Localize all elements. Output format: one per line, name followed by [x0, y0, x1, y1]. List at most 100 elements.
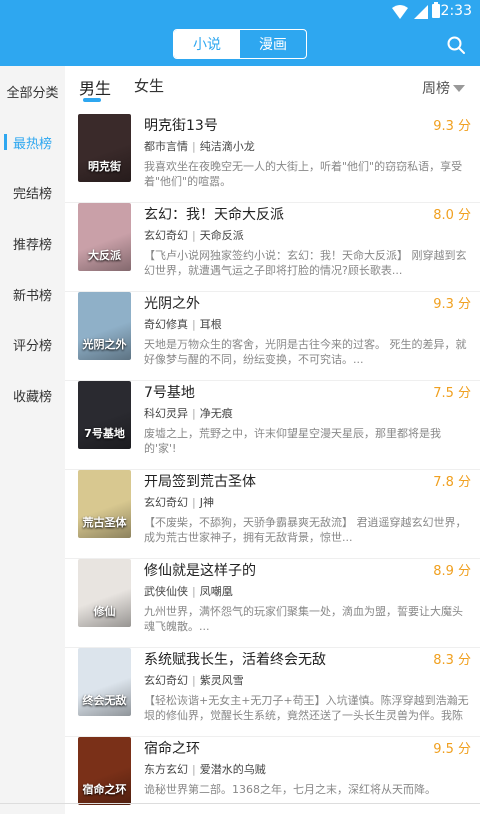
- list-item[interactable]: 7号基地 7号基地 7.5 分 科幻灵异 | 净无痕 废墟之上，荒野之中，许末仰望星…: [65, 381, 480, 470]
- list-item[interactable]: 光阴之外 光阴之外 9.3 分 奇幻修真 | 耳根 天地是万物众生的客舍，光阴是古往…: [65, 292, 480, 381]
- book-author: 爱潜水的乌贼: [199, 763, 266, 776]
- book-meta: 东方玄幻 | 爱潜水的乌贼: [144, 761, 266, 777]
- book-category: 东方玄幻: [144, 763, 188, 776]
- sidebar-item-label: 收藏榜: [12, 389, 52, 405]
- book-title: 明克街13号: [144, 118, 218, 134]
- book-category: 科幻灵异: [144, 407, 188, 420]
- sidebar-item-label: 全部分类: [6, 85, 59, 101]
- bottom-divider: [0, 803, 480, 804]
- active-indicator: [4, 134, 7, 150]
- list-item[interactable]: 大反派 玄幻：我！天命大反派 8.0 分 玄幻奇幻 | 天命反派 【飞卢小说网独家签…: [65, 203, 480, 292]
- book-cover: 荒古圣体: [78, 470, 131, 538]
- book-meta: 玄幻奇幻 | 天命反派: [144, 227, 244, 243]
- book-score: 9.3 分: [433, 119, 471, 134]
- meta-divider: |: [192, 318, 196, 331]
- meta-divider: |: [192, 674, 196, 687]
- sidebar-item-label: 推荐榜: [12, 237, 52, 253]
- sidebar-item-all-categories[interactable]: 全部分类: [0, 71, 65, 111]
- book-description: 【不废柴，不舔狗，天骄争霸暴爽无敌流】 君逍遥穿越玄幻世界，成为荒古世家神子，拥…: [144, 516, 467, 544]
- book-author: 净无痕: [199, 407, 233, 420]
- book-title: 宿命之环: [144, 741, 200, 757]
- book-author: 耳根: [199, 318, 222, 331]
- book-score: 7.8 分: [433, 475, 471, 490]
- book-meta: 科幻灵异 | 净无痕: [144, 405, 233, 421]
- battery-icon: [432, 2, 440, 18]
- meta-divider: |: [192, 407, 196, 420]
- search-icon[interactable]: [446, 35, 466, 55]
- book-meta: 都市言情 | 纯洁滴小龙: [144, 138, 255, 154]
- book-category: 玄幻奇幻: [144, 674, 188, 687]
- list-item[interactable]: 终会无敌 系统赋我长生，活着终会无敌 8.3 分 玄幻奇幻 | 紫灵风雪 【轻松诙谐…: [65, 648, 480, 737]
- book-author: 紫灵风雪: [199, 674, 244, 687]
- book-author: 天命反派: [199, 229, 244, 242]
- book-category: 玄幻奇幻: [144, 496, 188, 509]
- sidebar-item-completed[interactable]: 完结榜: [0, 172, 65, 212]
- book-score: 7.5 分: [433, 386, 471, 401]
- cover-text: 荒古圣体: [82, 516, 127, 529]
- wifi-icon: [392, 5, 408, 19]
- dropdown-arrow-icon: [453, 84, 465, 92]
- sidebar-item-label: 新书榜: [12, 288, 52, 304]
- book-score: 8.3 分: [433, 653, 471, 668]
- list-item[interactable]: 修仙 修仙就是这样子的 8.9 分 武侠仙侠 | 凤嘲凰 九州世界，满怀怨气的玩家们…: [65, 559, 480, 648]
- book-title: 光阴之外: [144, 296, 200, 312]
- sidebar-item-new-books[interactable]: 新书榜: [0, 274, 65, 314]
- sidebar-item-label: 完结榜: [12, 186, 52, 202]
- sidebar-item-recommended[interactable]: 推荐榜: [0, 223, 65, 263]
- book-score: 9.3 分: [433, 297, 471, 312]
- cover-text: 明克街: [88, 160, 121, 173]
- sidebar-item-favorites[interactable]: 收藏榜: [0, 375, 65, 415]
- rank-period-label: 周榜: [422, 81, 450, 97]
- rank-period-dropdown[interactable]: 周榜: [422, 78, 465, 98]
- book-cover: 终会无敌: [78, 648, 131, 716]
- meta-divider: |: [192, 140, 196, 153]
- cover-text: 光阴之外: [82, 338, 127, 351]
- meta-divider: |: [192, 763, 196, 776]
- book-cover: 明克街: [78, 114, 131, 182]
- book-cover: 修仙: [78, 559, 131, 627]
- tab-comic[interactable]: 漫画: [240, 30, 306, 58]
- book-description: 诡秘世界第二部。1368之年，七月之末，深红将从天而降。: [144, 783, 436, 796]
- cover-text: 宿命之环: [82, 783, 127, 796]
- book-title: 开局签到荒古圣体: [144, 474, 256, 490]
- book-description: 【飞卢小说网独家签约小说：玄幻：我！天命大反派】 刚穿越到玄幻世界，就遭遇气运之…: [144, 249, 467, 277]
- book-cover: 大反派: [78, 203, 131, 271]
- book-description: 九州世界，满怀怨气的玩家们聚集一处，滴血为盟，誓要让大魔头魂飞魄散。...: [144, 605, 463, 633]
- sidebar-item-ratings[interactable]: 评分榜: [0, 324, 65, 364]
- book-description: 废墟之上，荒野之中，许末仰望星空漫天星辰，那里都将是我的'家'!: [144, 427, 441, 455]
- sidebar-item-label: 评分榜: [12, 338, 52, 354]
- book-cover: 光阴之外: [78, 292, 131, 360]
- cover-text: 大反派: [88, 249, 121, 262]
- meta-divider: |: [192, 229, 196, 242]
- book-author: J神: [199, 496, 214, 509]
- meta-divider: |: [192, 585, 196, 598]
- tab-male[interactable]: 男生: [79, 75, 111, 99]
- book-description: 我喜欢坐在夜晚空无一人的大街上，听着"他们"的窃窃私语，享受着"他们"的喧嚣。: [144, 160, 463, 188]
- book-title: 系统赋我长生，活着终会无敌: [144, 652, 326, 668]
- meta-divider: |: [192, 496, 196, 509]
- book-score: 9.5 分: [433, 742, 471, 757]
- book-meta: 玄幻奇幻 | J神: [144, 494, 214, 510]
- category-sidebar: 全部分类 最热榜 完结榜 推荐榜 新书榜 评分榜 收藏榜: [0, 66, 65, 814]
- book-category: 奇幻修真: [144, 318, 188, 331]
- list-item[interactable]: 荒古圣体 开局签到荒古圣体 7.8 分 玄幻奇幻 | J神 【不废柴，不舔狗，天骄争…: [65, 470, 480, 559]
- list-item[interactable]: 明克街 明克街13号 9.3 分 都市言情 | 纯洁滴小龙 我喜欢坐在夜晚空无一人的…: [65, 114, 480, 203]
- book-category: 都市言情: [144, 140, 188, 153]
- book-description: 天地是万物众生的客舍，光阴是古往今来的过客。 死生的差异，就好像梦与醒的不同，纷…: [144, 338, 467, 366]
- tab-female[interactable]: 女生: [134, 75, 164, 96]
- book-category: 玄幻奇幻: [144, 229, 188, 242]
- book-meta: 奇幻修真 | 耳根: [144, 316, 222, 332]
- book-title: 7号基地: [144, 385, 195, 401]
- book-category: 武侠仙侠: [144, 585, 188, 598]
- status-bar: 2:33: [0, 0, 480, 24]
- tab-novel[interactable]: 小说: [174, 30, 240, 58]
- book-author: 凤嘲凰: [199, 585, 233, 598]
- book-meta: 武侠仙侠 | 凤嘲凰: [144, 583, 233, 599]
- cover-text: 修仙: [93, 605, 116, 618]
- cover-text: 终会无敌: [82, 694, 127, 707]
- sidebar-item-hottest[interactable]: 最热榜: [0, 122, 65, 162]
- book-score: 8.9 分: [433, 564, 471, 579]
- book-author: 纯洁滴小龙: [199, 140, 255, 153]
- sidebar-item-label: 最热榜: [12, 136, 52, 152]
- app-header: 2:33 小说 漫画: [0, 0, 480, 66]
